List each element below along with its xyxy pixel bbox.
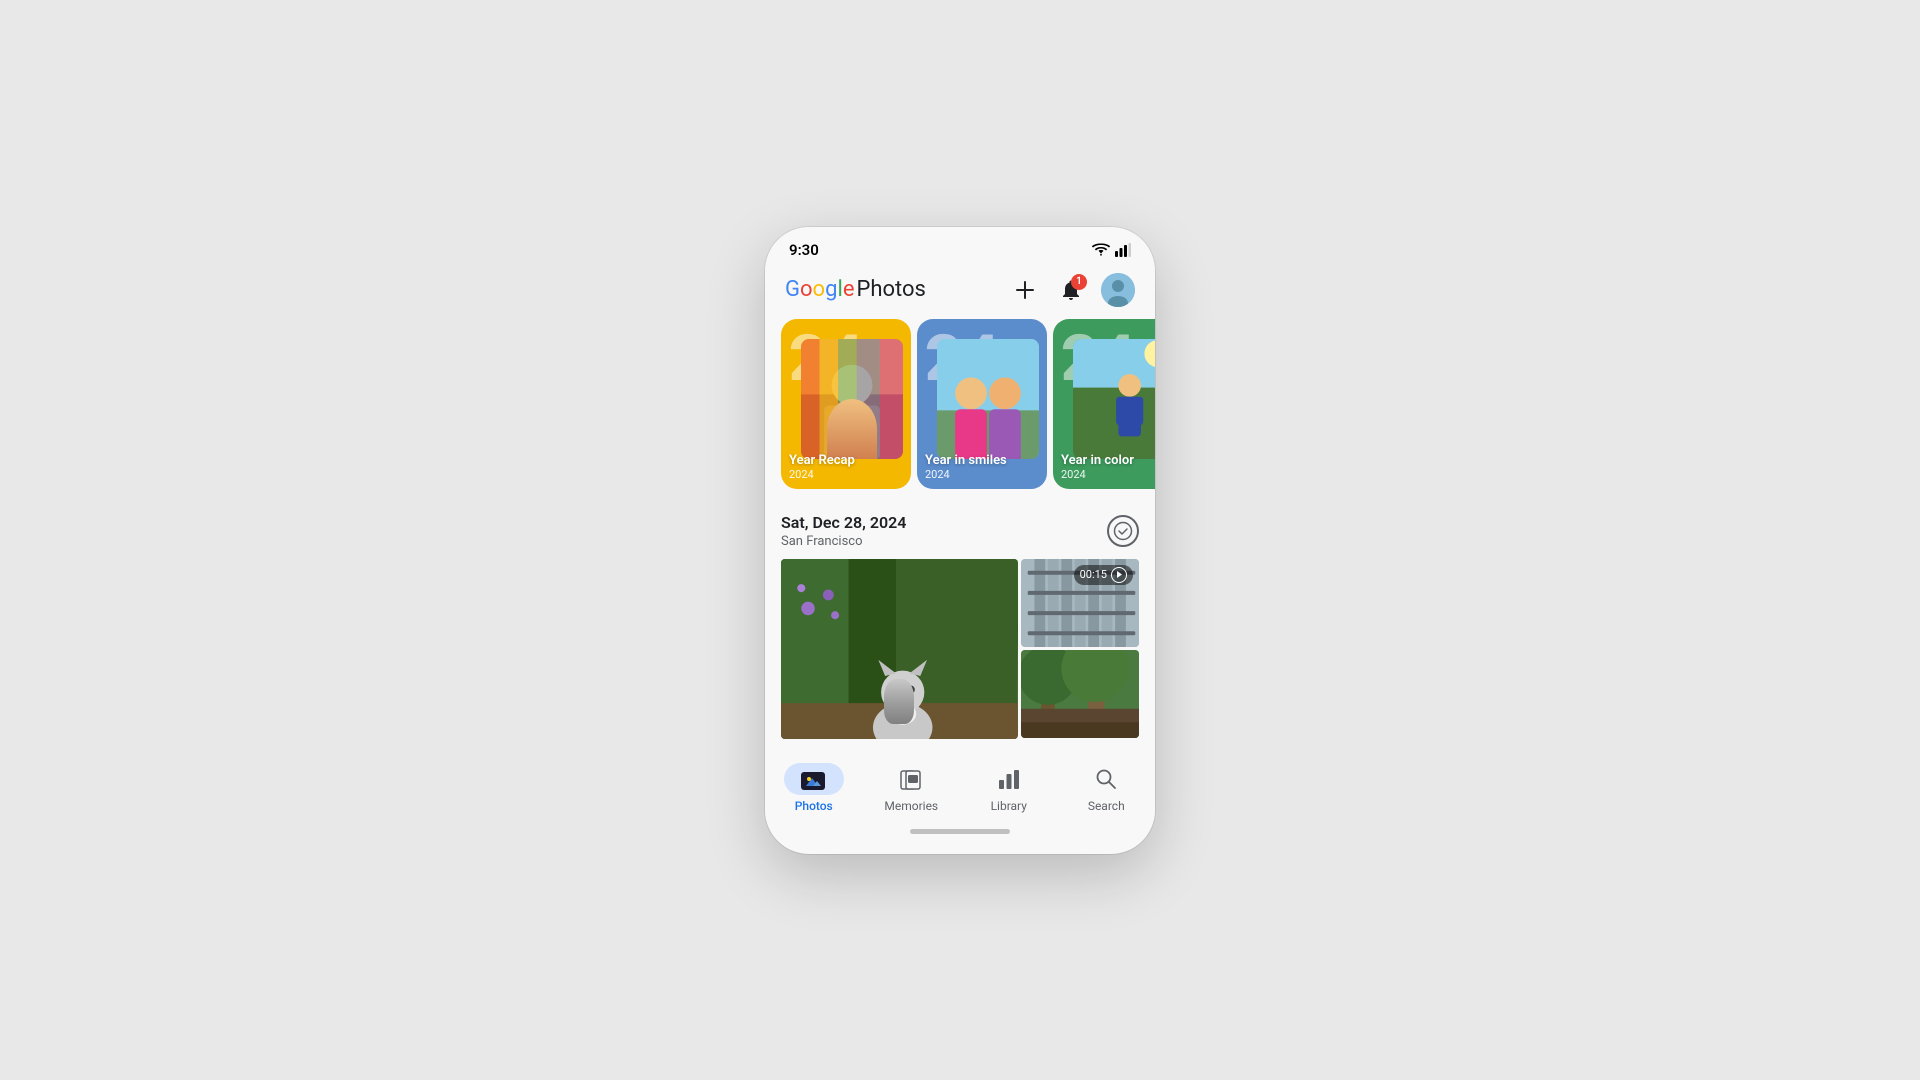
memory-photo-2 — [937, 339, 1039, 459]
bottom-nav: Photos Memories — [765, 751, 1155, 821]
memory-photo-3 — [1073, 339, 1155, 459]
memory-photo-1 — [801, 339, 903, 459]
video-duration-text: 00:15 — [1080, 568, 1107, 581]
nav-search-label: Search — [1088, 799, 1125, 813]
memory-card-year-color[interactable]: 24 Year in col — [1053, 319, 1155, 489]
photo-outdoor — [1073, 339, 1155, 459]
photo-selfie — [801, 339, 903, 459]
memory-year-3: 2024 — [1061, 468, 1134, 481]
select-button[interactable] — [1107, 515, 1139, 547]
date-section: Sat, Dec 28, 2024 San Francisco — [765, 505, 1155, 559]
search-nav-icon — [1095, 768, 1117, 790]
memory-label-2: Year in smiles 2024 — [925, 453, 1007, 481]
nav-item-search[interactable]: Search — [1071, 763, 1141, 813]
signal-icon — [1115, 243, 1131, 257]
notifications-button[interactable]: 1 — [1055, 274, 1087, 306]
memories-strip: 24 — [765, 319, 1155, 505]
nav-item-library[interactable]: Library — [974, 763, 1044, 813]
header: Google Photos 1 — [765, 263, 1155, 319]
date-location: San Francisco — [781, 534, 906, 549]
memory-title-3: Year in color — [1061, 453, 1134, 468]
selfie-image — [801, 339, 903, 459]
app-logo: Google Photos — [785, 277, 926, 302]
logo-photos-text: Photos — [856, 277, 925, 302]
photo-cell-cat[interactable] — [781, 559, 1018, 739]
nav-item-memories[interactable]: Memories — [876, 763, 946, 813]
photo-grid: 00:15 — [777, 559, 1143, 739]
trees-photo-image — [1021, 650, 1139, 738]
nav-item-photos[interactable]: Photos — [779, 763, 849, 813]
nav-memories-label: Memories — [884, 799, 938, 813]
checkmark-circle-icon — [1113, 521, 1133, 541]
nav-photos-label: Photos — [795, 799, 833, 813]
nav-library-bg — [979, 763, 1039, 795]
photo-cell-trees[interactable] — [1021, 650, 1139, 738]
add-button[interactable] — [1009, 274, 1041, 306]
date-info: Sat, Dec 28, 2024 San Francisco — [781, 513, 906, 549]
status-bar: 9:30 — [765, 227, 1155, 263]
cat-photo-image — [781, 559, 1018, 739]
outdoor-image — [1073, 339, 1155, 459]
play-icon — [1115, 570, 1123, 579]
video-duration-badge: 00:15 — [1074, 565, 1133, 585]
nav-photos-bg — [784, 763, 844, 795]
phone-frame: 9:30 Google Photos — [765, 227, 1155, 854]
plus-icon — [1014, 279, 1036, 301]
memory-title-1: Year Recap — [789, 453, 855, 468]
trees-photo-bg — [1021, 650, 1139, 738]
nav-search-bg — [1076, 763, 1136, 795]
photo-cell-stairs[interactable]: 00:15 — [1021, 559, 1139, 647]
header-actions: 1 — [1009, 273, 1135, 307]
logo-google-text: Google — [785, 277, 854, 302]
library-nav-icon — [997, 768, 1021, 790]
group-image — [937, 339, 1039, 459]
cat-photo-bg — [781, 559, 1018, 739]
nav-library-label: Library — [991, 799, 1027, 813]
memory-label-3: Year in color 2024 — [1061, 453, 1134, 481]
photo-group — [937, 339, 1039, 459]
memory-label-1: Year Recap 2024 — [789, 453, 855, 481]
avatar-image — [1101, 273, 1135, 307]
date-main: Sat, Dec 28, 2024 — [781, 513, 906, 532]
notification-badge: 1 — [1071, 274, 1087, 290]
status-icons — [1092, 243, 1131, 257]
wifi-icon — [1092, 243, 1110, 257]
user-avatar[interactable] — [1101, 273, 1135, 307]
memory-card-year-smiles[interactable]: 24 Year in smiles 2024 — [917, 319, 1047, 489]
nav-memories-bg — [881, 763, 941, 795]
memory-year-2: 2024 — [925, 468, 1007, 481]
photos-nav-icon — [801, 768, 827, 790]
home-indicator — [910, 829, 1010, 834]
memory-title-2: Year in smiles — [925, 453, 1007, 468]
play-button-icon — [1111, 567, 1127, 583]
memories-nav-icon — [899, 768, 923, 790]
status-time: 9:30 — [789, 241, 819, 259]
memory-card-year-recap[interactable]: 24 — [781, 319, 911, 489]
memory-year-1: 2024 — [789, 468, 855, 481]
